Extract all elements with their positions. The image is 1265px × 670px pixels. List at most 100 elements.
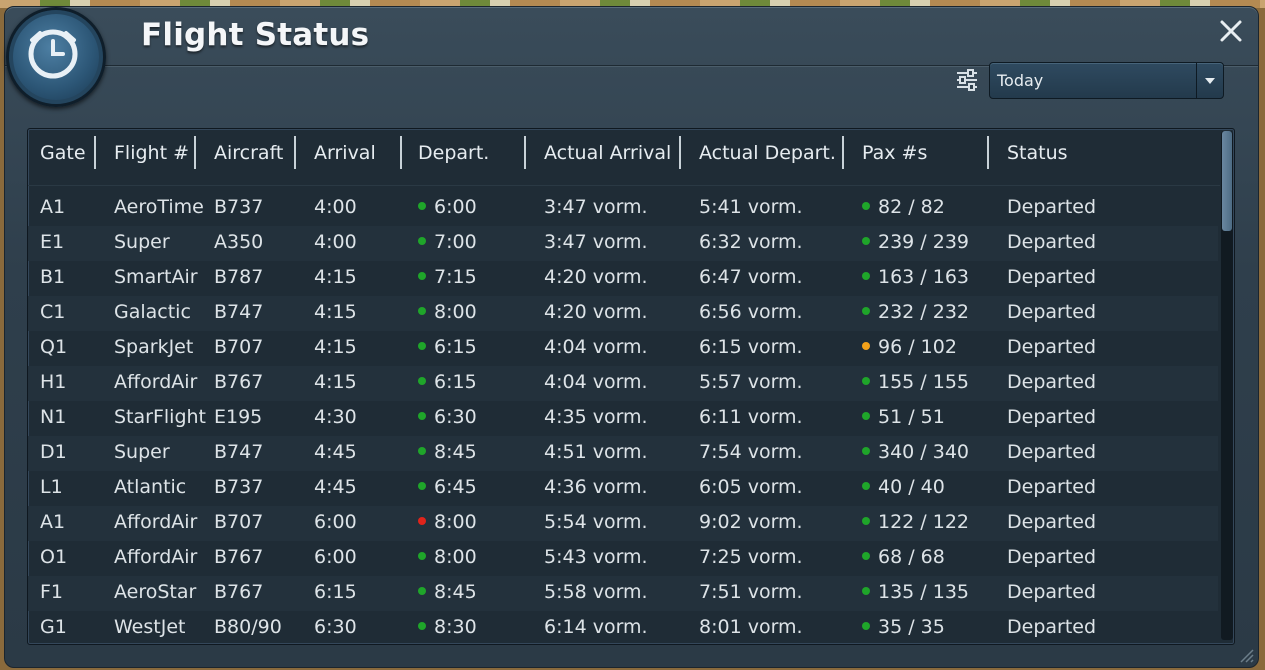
cell-status: Departed bbox=[1007, 336, 1096, 358]
column-header-status[interactable]: Status bbox=[1007, 142, 1068, 172]
column-divider[interactable] bbox=[842, 136, 844, 169]
aircraft-text: B787 bbox=[214, 266, 264, 288]
gate-text: F1 bbox=[40, 581, 64, 603]
pax-count-text: 35 / 35 bbox=[878, 616, 945, 638]
cell-departure: 8:45 bbox=[418, 581, 477, 603]
table-row[interactable]: H1 AffordAir B767 4:15 6:15 4:04 vorm. 5:57 vo… bbox=[28, 366, 1218, 401]
column-header-flight-number[interactable]: Flight # bbox=[114, 142, 189, 172]
close-icon[interactable] bbox=[1216, 16, 1246, 46]
aircraft-text: B707 bbox=[214, 336, 264, 358]
gate-text: E1 bbox=[40, 231, 65, 253]
cell-arrival: 4:15 bbox=[314, 336, 357, 358]
table-row[interactable]: C1 Galactic B747 4:15 8:00 4:20 vorm. 6:56 vor… bbox=[28, 296, 1218, 331]
cell-flight-number: SmartAir bbox=[114, 266, 198, 288]
cell-actual-arrival: 3:47 vorm. bbox=[544, 231, 648, 253]
cell-status: Departed bbox=[1007, 266, 1096, 288]
cell-actual-arrival: 4:04 vorm. bbox=[544, 336, 648, 358]
flight-number-text: Galactic bbox=[114, 301, 191, 323]
status-text: Departed bbox=[1007, 196, 1097, 218]
resize-grip-icon[interactable] bbox=[1236, 645, 1254, 663]
departure-text: 6:30 bbox=[434, 406, 477, 428]
column-divider[interactable] bbox=[524, 136, 526, 169]
cell-flight-number: AeroTime bbox=[114, 196, 204, 218]
flight-number-text: SparkJet bbox=[114, 336, 194, 358]
cell-departure: 6:15 bbox=[418, 336, 477, 358]
table-row[interactable]: A1 AeroTime B737 4:00 6:00 3:47 vorm. 5:41 vor… bbox=[28, 191, 1218, 226]
table-row[interactable]: L1 Atlantic B737 4:45 6:45 4:36 vorm. 6:05 vor… bbox=[28, 471, 1218, 506]
actual-arrival-text: 5:58 vorm. bbox=[544, 581, 648, 603]
cell-gate: L1 bbox=[40, 476, 63, 498]
table-row[interactable]: Q1 SparkJet B707 4:15 6:15 4:04 vorm. 6:15 vor… bbox=[28, 331, 1218, 366]
flight-number-text: AffordAir bbox=[114, 371, 198, 393]
table-row[interactable]: N1 StarFlight E195 4:30 6:30 4:35 vorm. 6:11 v… bbox=[28, 401, 1218, 436]
column-header-aircraft[interactable]: Aircraft bbox=[214, 142, 283, 172]
gate-text: Q1 bbox=[40, 336, 68, 358]
cell-aircraft: B747 bbox=[214, 441, 263, 463]
cell-gate: Q1 bbox=[40, 336, 67, 358]
cell-departure: 7:15 bbox=[418, 266, 477, 288]
flight-number-text: Super bbox=[114, 231, 170, 253]
cell-arrival: 4:45 bbox=[314, 476, 357, 498]
vertical-scrollbar[interactable] bbox=[1221, 131, 1233, 640]
column-divider[interactable] bbox=[987, 136, 989, 169]
column-divider[interactable] bbox=[679, 136, 681, 169]
column-header-arrival[interactable]: Arrival bbox=[314, 142, 376, 172]
cell-pax-count: 340 / 340 bbox=[862, 441, 969, 463]
cell-arrival: 4:15 bbox=[314, 266, 357, 288]
cell-actual-arrival: 4:51 vorm. bbox=[544, 441, 648, 463]
column-divider[interactable] bbox=[294, 136, 296, 169]
cell-actual-arrival: 5:58 vorm. bbox=[544, 581, 648, 603]
column-header-departure[interactable]: Depart. bbox=[418, 142, 489, 172]
aircraft-text: B707 bbox=[214, 511, 264, 533]
cell-departure: 8:30 bbox=[418, 616, 477, 638]
actual-departure-text: 7:25 vorm. bbox=[699, 546, 803, 568]
cell-aircraft: B707 bbox=[214, 511, 263, 533]
arrival-text: 6:30 bbox=[314, 616, 357, 638]
actual-departure-text: 6:05 vorm. bbox=[699, 476, 803, 498]
cell-actual-arrival: 5:54 vorm. bbox=[544, 511, 648, 533]
arrival-text: 4:00 bbox=[314, 196, 357, 218]
arrival-text: 4:15 bbox=[314, 301, 357, 323]
cell-pax-count: 155 / 155 bbox=[862, 371, 969, 393]
cell-gate: B1 bbox=[40, 266, 65, 288]
table-row[interactable]: D1 Super B747 4:45 8:45 4:51 vorm. 7:54 vorm. 3… bbox=[28, 436, 1218, 471]
cell-status: Departed bbox=[1007, 231, 1096, 253]
column-header-pax-count[interactable]: Pax #s bbox=[862, 142, 927, 172]
status-dot-icon bbox=[862, 586, 870, 595]
status-dot-icon bbox=[862, 271, 870, 280]
departure-text: 7:15 bbox=[434, 266, 477, 288]
table-row[interactable]: B1 SmartAir B787 4:15 7:15 4:20 vorm. 6:47 vor… bbox=[28, 261, 1218, 296]
cell-departure: 6:45 bbox=[418, 476, 477, 498]
column-header-actual-departure[interactable]: Actual Depart. bbox=[699, 142, 836, 172]
departure-text: 8:30 bbox=[434, 616, 477, 638]
date-filter-dropdown[interactable]: Today bbox=[989, 62, 1224, 99]
cell-gate: A1 bbox=[40, 511, 65, 533]
column-divider[interactable] bbox=[194, 136, 196, 169]
status-dot-icon bbox=[418, 376, 426, 385]
scrollbar-thumb[interactable] bbox=[1222, 131, 1232, 231]
departure-text: 8:00 bbox=[434, 511, 477, 533]
cell-flight-number: Galactic bbox=[114, 301, 191, 323]
filter-settings-icon[interactable] bbox=[955, 69, 979, 91]
column-divider[interactable] bbox=[94, 136, 96, 169]
cell-actual-departure: 6:05 vorm. bbox=[699, 476, 803, 498]
pax-count-text: 51 / 51 bbox=[878, 406, 945, 428]
dropdown-arrow[interactable] bbox=[1196, 63, 1223, 98]
status-dot-icon bbox=[862, 341, 870, 350]
close-button[interactable] bbox=[1216, 16, 1246, 46]
table-row[interactable]: F1 AeroStar B767 6:15 8:45 5:58 vorm. 7:51 vor… bbox=[28, 576, 1218, 611]
table-row[interactable]: G1 WestJet B80/90 6:30 8:30 6:14 vorm. 8:01 vo… bbox=[28, 611, 1218, 644]
column-divider[interactable] bbox=[400, 136, 402, 169]
cell-pax-count: 40 / 40 bbox=[862, 476, 945, 498]
table-row[interactable]: E1 Super A350 4:00 7:00 3:47 vorm. 6:32 vorm. 2… bbox=[28, 226, 1218, 261]
table-row[interactable]: A1 AffordAir B707 6:00 8:00 5:54 vorm. 9:02 vo… bbox=[28, 506, 1218, 541]
column-header-actual-arrival[interactable]: Actual Arrival bbox=[544, 142, 671, 172]
chevron-down-icon bbox=[1205, 78, 1215, 84]
column-header-gate[interactable]: Gate bbox=[40, 142, 86, 172]
table-row[interactable]: O1 AffordAir B767 6:00 8:00 5:43 vorm. 7:25 vo… bbox=[28, 541, 1218, 576]
gate-text: D1 bbox=[40, 441, 67, 463]
cell-flight-number: AffordAir bbox=[114, 546, 197, 568]
flight-status-window: Flight Status Today Gate Flight # Aircraft… bbox=[4, 6, 1259, 668]
status-dot-icon bbox=[418, 551, 426, 560]
cell-pax-count: 51 / 51 bbox=[862, 406, 945, 428]
